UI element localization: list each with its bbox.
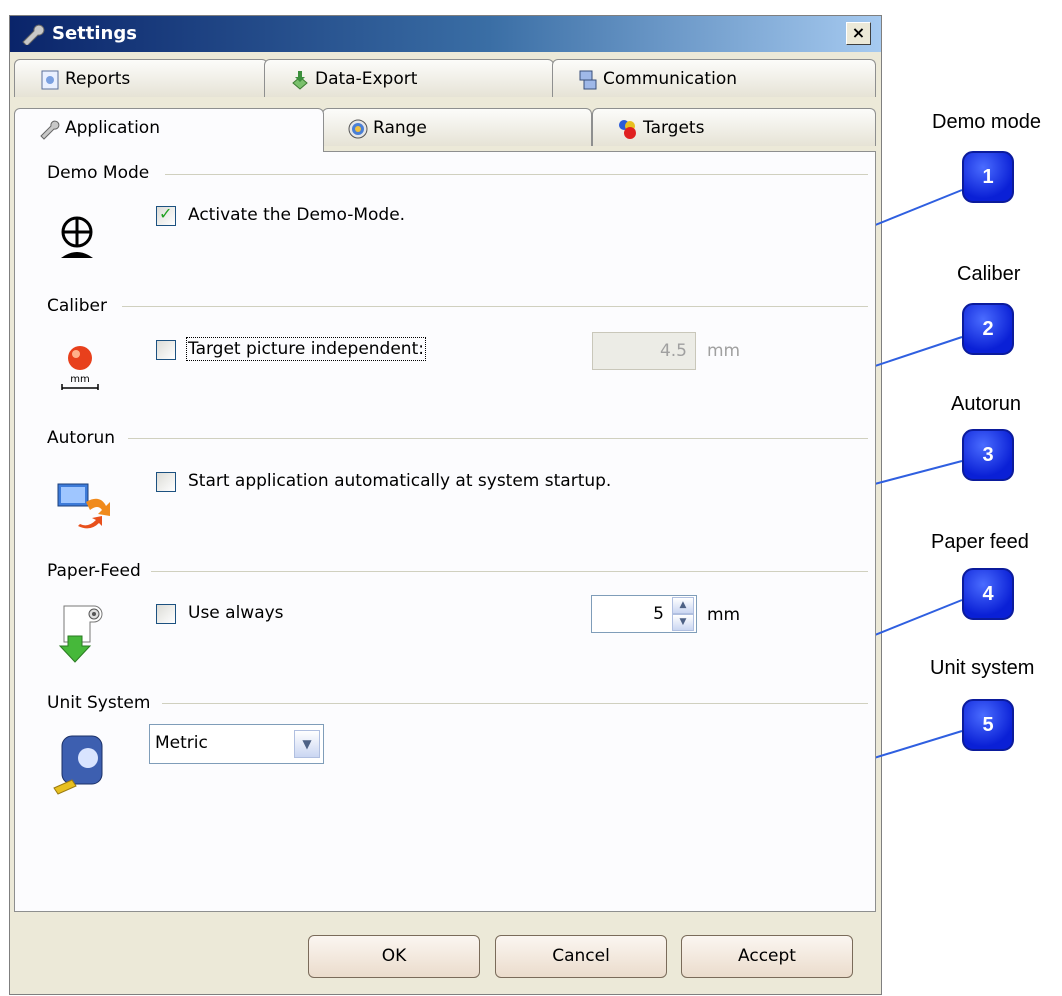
autorun-checkbox[interactable] <box>156 472 176 492</box>
autorun-icon <box>57 483 110 529</box>
svg-text:mm: mm <box>70 374 89 385</box>
tab-application[interactable]: Application <box>14 108 324 152</box>
close-button[interactable]: × <box>846 22 871 45</box>
demo-mode-checkbox[interactable]: ✓ <box>156 204 176 226</box>
caliber-label: Target picture independent: <box>186 337 426 361</box>
annotation-badge: 2 <box>962 303 1014 355</box>
report-icon <box>41 70 59 90</box>
tab-range[interactable]: Range <box>322 108 592 146</box>
tab-data-export[interactable]: Data-Export <box>264 59 554 97</box>
wrench-icon <box>40 120 60 140</box>
paper-feed-unit: mm <box>707 605 741 625</box>
annotation-badge: 1 <box>962 151 1014 203</box>
group-paper-feed: Paper-Feed <box>47 561 145 581</box>
spin-down-icon[interactable]: ▼ <box>672 614 694 631</box>
annotation-badge: 3 <box>962 429 1014 481</box>
caliber-unit: mm <box>707 341 741 361</box>
annotation-badge: 4 <box>962 568 1014 620</box>
annotation-title: Autorun <box>951 393 1022 415</box>
accept-button[interactable]: Accept <box>681 935 853 978</box>
annotation-title: Demo mode <box>932 111 1041 133</box>
group-unit-system: Unit System <box>47 693 155 713</box>
cancel-button[interactable]: Cancel <box>495 935 667 978</box>
divider <box>122 306 868 307</box>
tab-targets[interactable]: Targets <box>592 108 876 146</box>
caliber-ball-icon: mm <box>61 346 99 390</box>
tab-reports[interactable]: Reports <box>14 59 268 97</box>
chevron-down-icon[interactable]: ▼ <box>294 730 320 758</box>
paper-feed-checkbox[interactable] <box>156 604 176 624</box>
unit-system-value: Metric <box>155 733 208 753</box>
wrench-icon <box>22 24 45 45</box>
tab-label: Communication <box>603 69 737 89</box>
demo-target-icon <box>61 216 93 258</box>
demo-mode-label: Activate the Demo-Mode. <box>188 205 406 225</box>
tab-communication[interactable]: Communication <box>552 59 876 97</box>
group-caliber: Caliber <box>47 296 111 316</box>
paper-feed-label: Use always <box>188 603 284 623</box>
paper-feed-spinner[interactable]: ▲ ▼ <box>672 597 694 631</box>
autorun-label: Start application automatically at syste… <box>188 471 612 491</box>
tab-label: Data-Export <box>315 69 418 89</box>
divider <box>151 571 868 572</box>
target-range-icon <box>348 119 368 139</box>
tab-label: Range <box>373 118 427 138</box>
tab-label: Reports <box>65 69 131 89</box>
export-icon <box>292 71 308 90</box>
spin-up-icon[interactable]: ▲ <box>672 597 694 614</box>
annotation-title: Caliber <box>957 263 1021 285</box>
ok-button[interactable]: OK <box>308 935 480 978</box>
computer-network-icon <box>579 70 597 90</box>
tab-label: Application <box>65 118 160 138</box>
caliber-checkbox[interactable] <box>156 340 176 360</box>
group-autorun: Autorun <box>47 428 120 448</box>
annotation-badge: 5 <box>962 699 1014 751</box>
annotation-title: Unit system <box>930 657 1035 679</box>
divider <box>128 438 868 439</box>
divider <box>162 703 868 704</box>
divider <box>165 174 868 175</box>
application-panel <box>14 151 876 912</box>
targets-icon <box>619 120 636 139</box>
group-demo-mode: Demo Mode <box>47 163 154 183</box>
title-bar[interactable]: Settings × <box>10 16 881 52</box>
paper-feed-icon <box>58 605 103 663</box>
window-title: Settings <box>52 23 137 44</box>
settings-window: Settings × Reports Data-Export Communica… <box>9 15 882 995</box>
measuring-tape-icon <box>53 735 103 795</box>
caliber-input[interactable]: 4.5 <box>592 332 696 370</box>
unit-system-select[interactable]: Metric ▼ <box>149 724 324 764</box>
tab-label: Targets <box>643 118 705 138</box>
annotation-title: Paper feed <box>931 531 1029 553</box>
